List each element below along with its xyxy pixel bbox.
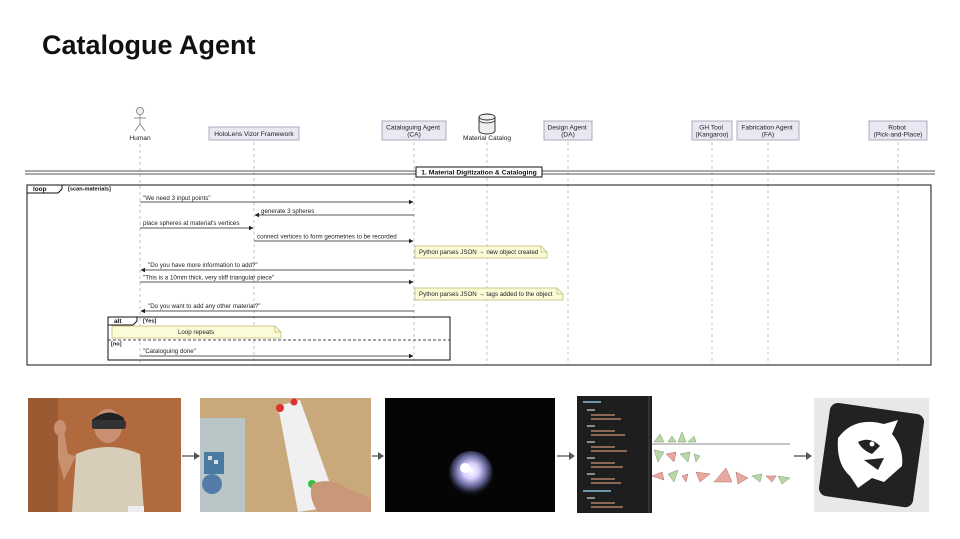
participant-robot: Robot (Pick-and-Place) (868, 120, 928, 141)
participant-gh: GH Tool (Kangaroo) (691, 120, 733, 141)
section-label: 1. Material Digitization & Cataloging (421, 169, 537, 176)
message-3: place spheres at material's vertices (140, 220, 254, 231)
flow-arrow-3 (556, 449, 576, 467)
message-1: "We need 3 input points" (140, 195, 414, 205)
participant-da: Design Agent (DA) (543, 120, 593, 141)
note-1: Python parses JSON → new object created (414, 245, 548, 259)
message-cataloguing-done: "Cataloguing done" (140, 348, 414, 359)
participant-label-catalog: Material Catalog (463, 135, 511, 142)
svg-text:Python parses JSON → tags add: Python parses JSON → tags added to the o… (419, 291, 553, 298)
note-2: Python parses JSON → tags added to the o… (414, 287, 564, 301)
participant-label-hololens: HoloLens Vizor Framework (214, 131, 294, 138)
participant-label-human: Human (129, 135, 151, 142)
hand-placing-spheres-photo (200, 398, 371, 512)
database-icon (478, 113, 496, 135)
material-fragments-diagram (652, 428, 794, 486)
rhino-logo (814, 398, 929, 512)
message-7: "Do you want to add any other material?" (140, 303, 414, 314)
actor-icon (134, 106, 146, 132)
message-6: "This is a 10mm thick, very stiff triang… (140, 275, 414, 285)
svg-text:connect vertices to form geome: connect vertices to form geometries to b… (257, 234, 397, 241)
svg-text:"This is a 10mm thick, very st: "This is a 10mm thick, very stiff triang… (143, 275, 274, 282)
svg-text:place spheres at material's ve: place spheres at material's vertices (143, 220, 239, 227)
flow-arrow-2 (371, 449, 385, 467)
participant-hololens: HoloLens Vizor Framework (208, 126, 300, 141)
messages: "We need 3 input points" generate 3 sphe… (140, 195, 564, 314)
participant-human: Human (129, 106, 151, 142)
svg-text:Python parses JSON → new obje: Python parses JSON → new object created (419, 249, 539, 256)
message-2: generate 3 spheres (254, 208, 414, 218)
alt-guard-yes: [Yes] (143, 319, 157, 325)
section-divider: 1. Material Digitization & Cataloging (25, 166, 935, 178)
participant-label-gh: GH Tool (Kangaroo) (696, 125, 729, 139)
svg-text:"Do you have more information: "Do you have more information to add?" (148, 262, 258, 269)
message-4: connect vertices to form geometries to b… (254, 234, 414, 244)
svg-text:"We need 3 input points": "We need 3 input points" (143, 195, 211, 202)
alt-frame: alt [Yes] Loop repeats [no] "Cataloguing… (107, 316, 451, 361)
loop-label: loop (33, 186, 47, 193)
svg-text:generate 3 spheres: generate 3 spheres (261, 208, 314, 215)
alt-label: alt (114, 318, 122, 325)
glowing-sphere-photo (385, 398, 555, 512)
alt-guard-no: [no] (111, 342, 122, 348)
flow-arrow-1 (181, 449, 201, 467)
svg-text:Loop repeats: Loop repeats (178, 329, 214, 336)
loop-guard: [scan-materials] (68, 187, 111, 193)
sequence-diagram: Human HoloLens Vizor Framework Catalogui… (25, 106, 935, 366)
json-code-screenshot (577, 396, 652, 513)
flow-arrow-4 (793, 449, 813, 467)
svg-text:"Cataloguing done": "Cataloguing done" (143, 348, 196, 355)
message-5: "Do you have more information to add?" (140, 262, 414, 273)
participant-fa: Fabrication Agent (FA) (736, 120, 800, 141)
svg-text:"Do you want to add any other: "Do you want to add any other material?" (148, 303, 260, 310)
note-loop-repeats: Loop repeats (111, 325, 282, 339)
person-with-headset-photo (28, 398, 181, 512)
participant-catalog: Material Catalog (463, 113, 511, 142)
participant-ca: Cataloguing Agent (CA) (381, 120, 447, 141)
